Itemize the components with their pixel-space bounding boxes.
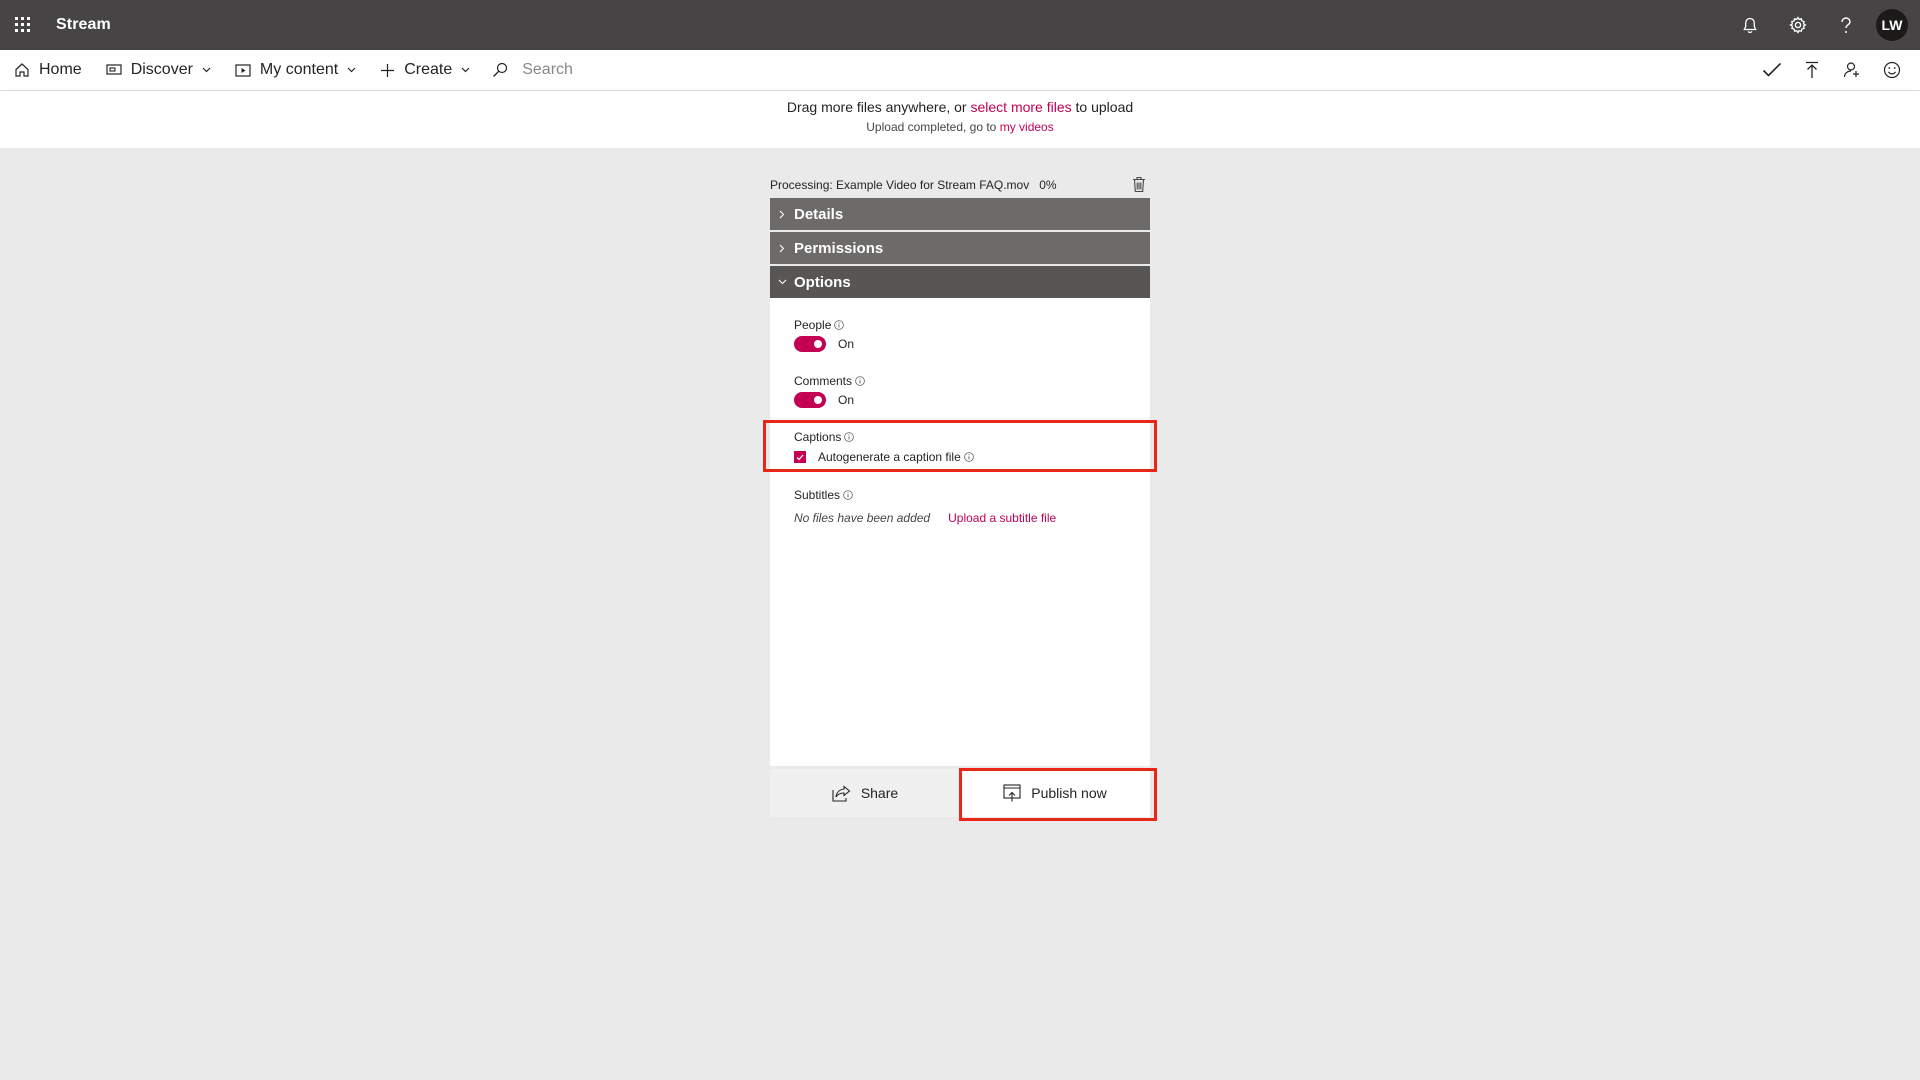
people-label: People [794, 318, 832, 332]
share-icon [832, 784, 851, 802]
help-icon[interactable] [1822, 0, 1870, 50]
processing-text: Processing: Example Video for Stream FAQ… [770, 178, 1030, 192]
drag-text-suffix: to upload [1075, 99, 1134, 115]
nav-create[interactable]: Create [366, 50, 480, 90]
check-icon[interactable] [1752, 50, 1792, 90]
processing-percent: 0% [1039, 178, 1057, 192]
people-state: On [838, 337, 855, 351]
chevron-down-icon [770, 279, 794, 285]
gear-icon[interactable] [1774, 0, 1822, 50]
comments-toggle-row: On [794, 392, 1126, 408]
chevron-right-icon [770, 210, 794, 219]
command-bar: Home Discover My content Create Search [0, 50, 1920, 90]
permissions-section-header[interactable]: Permissions [770, 232, 1150, 264]
chevron-down-icon [461, 67, 470, 73]
comments-option: Comments [794, 374, 1126, 388]
upload-subtitle-link[interactable]: Upload a subtitle file [948, 511, 1056, 525]
subtitles-row: No files have been added Upload a subtit… [794, 511, 1126, 525]
people-toggle[interactable] [794, 336, 826, 352]
drag-instructions: Drag more files anywhere, or select more… [0, 99, 1920, 115]
avatar[interactable]: LW [1876, 9, 1908, 41]
info-icon[interactable] [843, 490, 853, 500]
my-content-icon [235, 63, 251, 77]
chevron-down-icon [347, 67, 356, 73]
comments-state: On [838, 393, 855, 407]
share-label: Share [860, 785, 899, 801]
people-toggle-row: On [794, 336, 1126, 352]
nav-my-content[interactable]: My content [221, 50, 366, 90]
trash-icon[interactable] [1132, 176, 1146, 193]
drag-text: Drag more files anywhere, or [786, 99, 967, 115]
details-section-header[interactable]: Details [770, 198, 1150, 230]
subtitles-label: Subtitles [794, 488, 841, 502]
nav-create-label: Create [404, 61, 453, 78]
permissions-label: Permissions [794, 239, 884, 257]
publish-highlight-box [959, 768, 1157, 821]
waffle-icon[interactable] [0, 0, 46, 50]
bell-icon[interactable] [1726, 0, 1774, 50]
options-label: Options [794, 273, 851, 291]
discover-icon [106, 63, 122, 77]
search-icon [492, 62, 508, 78]
options-panel: People On Comments On Captions Autogener… [770, 298, 1150, 766]
app-title[interactable]: Stream [56, 16, 111, 34]
info-icon[interactable] [834, 320, 845, 330]
people-option: People [794, 318, 1126, 332]
smiley-icon[interactable] [1872, 50, 1912, 90]
chevron-right-icon [770, 244, 794, 253]
nav-discover-label: Discover [130, 61, 193, 78]
comments-label: Comments [794, 374, 853, 388]
plus-icon [380, 63, 395, 78]
suite-bar: Stream LW [0, 0, 1920, 50]
info-icon[interactable] [855, 376, 865, 386]
nav-my-content-label: My content [259, 61, 339, 78]
nav-home[interactable]: Home [0, 50, 92, 90]
nav-discover[interactable]: Discover [92, 50, 221, 90]
comments-toggle[interactable] [794, 392, 826, 408]
upload-status-text: Upload completed, go to [866, 120, 997, 134]
share-button[interactable]: Share [770, 769, 960, 817]
add-person-icon[interactable] [1832, 50, 1872, 90]
subtitles-option: Subtitles [794, 488, 1126, 502]
upload-status: Upload completed, go to my videos [0, 120, 1920, 134]
processing-row: Processing: Example Video for Stream FAQ… [770, 174, 1150, 196]
search-input[interactable]: Search [522, 61, 573, 79]
upload-icon[interactable] [1792, 50, 1832, 90]
details-label: Details [794, 205, 844, 223]
chevron-down-icon [202, 67, 211, 73]
nav-home-label: Home [39, 61, 82, 78]
options-section-header[interactable]: Options [770, 266, 1150, 298]
select-more-files-link[interactable]: select more files [970, 99, 1071, 115]
no-files-text: No files have been added [794, 511, 931, 525]
home-icon [14, 62, 30, 78]
search-box[interactable]: Search [492, 50, 573, 90]
my-videos-link[interactable]: my videos [1000, 120, 1054, 134]
captions-highlight-box [763, 420, 1157, 472]
upload-banner: Drag more files anywhere, or select more… [0, 91, 1920, 148]
